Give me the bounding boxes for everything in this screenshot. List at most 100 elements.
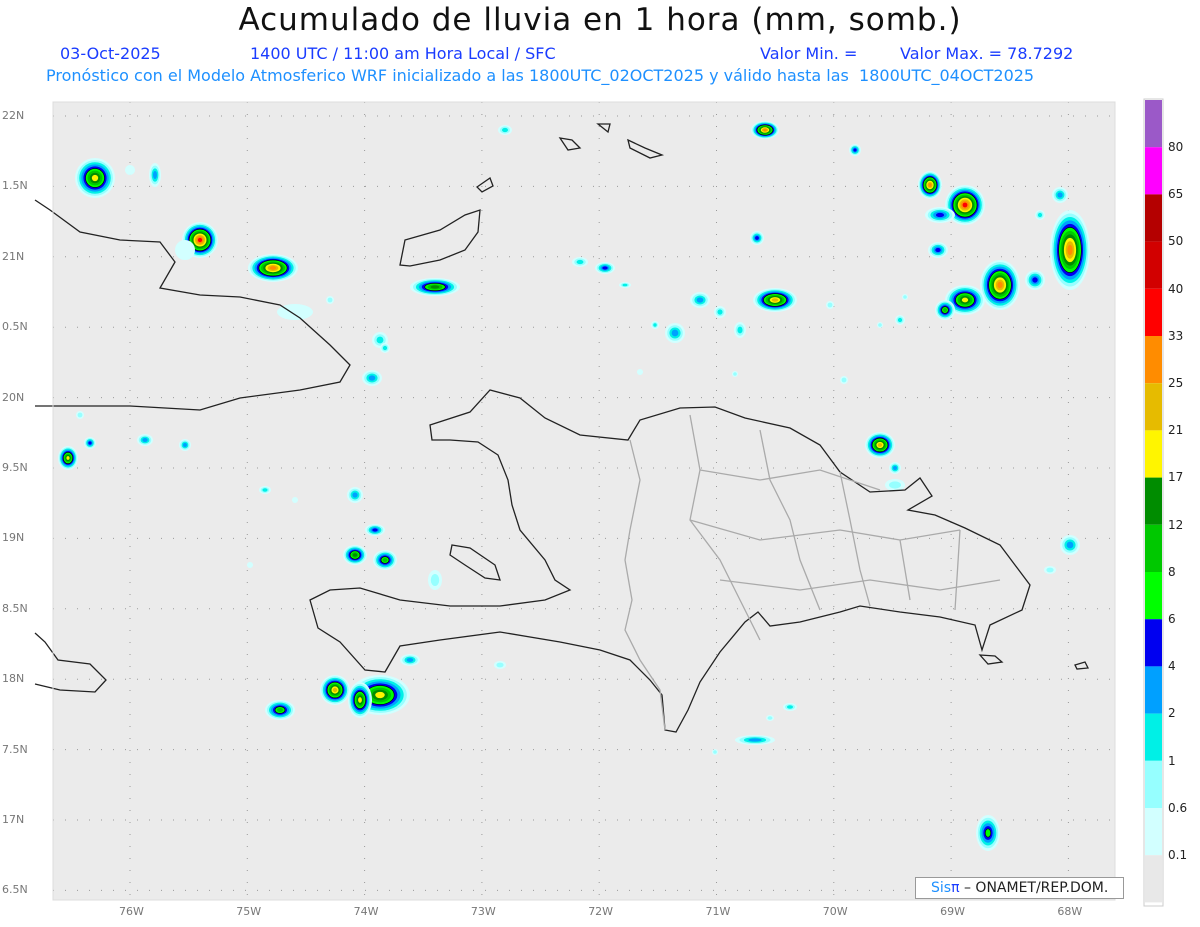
rain-cell xyxy=(247,562,253,568)
colorbar-bin xyxy=(1145,383,1162,431)
rain-contour xyxy=(903,295,907,299)
colorbar-label: 8 xyxy=(1168,564,1176,579)
rain-cell xyxy=(895,315,905,325)
rain-cell xyxy=(365,524,385,536)
colorbar-bin xyxy=(1145,713,1162,761)
lon-tick-label: 73W xyxy=(470,905,496,918)
rain-cell xyxy=(1060,535,1080,555)
rain-contour xyxy=(88,441,92,445)
rain-cell xyxy=(1052,187,1068,203)
rain-contour xyxy=(671,329,679,337)
rain-contour xyxy=(496,662,504,668)
rain-cell xyxy=(665,323,685,343)
lat-tick-label: 19N xyxy=(2,531,25,545)
credit-box: Sisπ – ONAMET/REP.DOM. xyxy=(915,877,1124,899)
colorbar-label: 33 xyxy=(1168,328,1184,343)
rain-cell xyxy=(595,262,615,274)
rain-cell xyxy=(343,545,367,565)
rain-cell xyxy=(690,292,710,308)
credit-brand-symbol: π xyxy=(951,880,960,896)
lat-tick-label: 9.5N xyxy=(2,461,28,474)
colorbar-bin xyxy=(1145,477,1162,525)
rain-contour xyxy=(897,317,903,323)
rain-cell xyxy=(58,446,78,470)
rain-contour xyxy=(382,345,388,351)
colorbar-label: 6 xyxy=(1168,612,1176,626)
rain-contour xyxy=(292,497,298,503)
rain-contour xyxy=(375,691,385,699)
lat-tick-label: 20N xyxy=(2,390,25,404)
colorbar xyxy=(1143,98,1164,907)
rain-contour xyxy=(713,750,717,754)
rain-cell xyxy=(1025,270,1045,290)
rain-contour xyxy=(247,562,253,568)
rain-contour xyxy=(696,297,704,303)
rain-cell xyxy=(326,296,334,304)
rain-cell xyxy=(1050,210,1090,290)
colorbar-bin xyxy=(1145,855,1162,903)
rain-contour xyxy=(430,285,440,289)
rain-contour xyxy=(142,438,148,442)
lon-tick-label: 76W xyxy=(119,905,144,918)
rain-contour xyxy=(197,237,203,243)
lon-tick-label: 70W xyxy=(822,905,848,918)
colorbar-label: 17 xyxy=(1168,470,1184,485)
rain-contour xyxy=(787,705,793,709)
lon-tick-label: 74W xyxy=(353,905,379,918)
rain-contour xyxy=(928,183,932,187)
rain-contour xyxy=(889,481,901,489)
rain-contour xyxy=(763,128,767,132)
lat-tick-label: 22N xyxy=(2,109,25,122)
rain-contour xyxy=(827,302,833,308)
rain-cell xyxy=(149,163,161,187)
rain-cell xyxy=(380,343,390,353)
lon-tick-label: 75W xyxy=(236,905,262,918)
lat-tick-label: 18N xyxy=(2,672,25,686)
rain-contour xyxy=(382,558,388,562)
rain-cell xyxy=(935,300,955,320)
lon-tick-label: 72W xyxy=(588,905,614,918)
colorbar-label: 12 xyxy=(1168,517,1184,532)
lat-tick-label: 1.5N xyxy=(2,179,28,193)
colorbar-bin xyxy=(1145,241,1162,289)
colorbar-bin xyxy=(1145,100,1162,148)
rain-cell xyxy=(175,240,195,260)
rain-contour xyxy=(935,212,945,218)
colorbar-label: 40 xyxy=(1168,281,1184,296)
rain-contour xyxy=(332,687,338,693)
rain-contour xyxy=(125,165,135,175)
rain-contour xyxy=(943,308,947,312)
rain-cell xyxy=(783,703,797,711)
colorbar-label: 50 xyxy=(1168,234,1184,249)
colorbar-label: 0.1 xyxy=(1168,848,1188,862)
rain-cell xyxy=(928,242,948,258)
rain-contour xyxy=(997,281,1003,289)
rain-contour xyxy=(406,658,414,662)
colorbar-label: 1 xyxy=(1168,753,1176,768)
rain-cell xyxy=(889,462,901,474)
rain-contour xyxy=(1067,244,1073,256)
rain-cell xyxy=(292,497,298,503)
rain-contour xyxy=(430,574,440,586)
rain-contour xyxy=(717,309,723,315)
rain-contour xyxy=(853,148,857,152)
rain-cell xyxy=(980,260,1020,310)
lat-tick-label: 21N xyxy=(2,249,25,263)
lon-tick-label: 68W xyxy=(1057,905,1083,918)
rain-cell xyxy=(651,321,659,329)
rain-contour xyxy=(961,297,969,303)
rain-cell xyxy=(902,294,908,300)
colorbar-label: 21 xyxy=(1168,423,1184,438)
colorbar-label: 65 xyxy=(1168,187,1184,202)
rain-contour xyxy=(269,266,277,270)
rain-cell xyxy=(637,369,643,375)
rain-contour xyxy=(262,488,268,492)
rain-cell xyxy=(976,815,1000,851)
lon-tick-label: 69W xyxy=(940,905,965,918)
rain-contour xyxy=(66,456,70,460)
colorbar-bin xyxy=(1145,666,1162,714)
colorbar-bin xyxy=(1145,619,1162,667)
rain-cell xyxy=(75,158,115,198)
rain-contour xyxy=(602,266,608,270)
colorbar-label: 2 xyxy=(1168,706,1176,721)
